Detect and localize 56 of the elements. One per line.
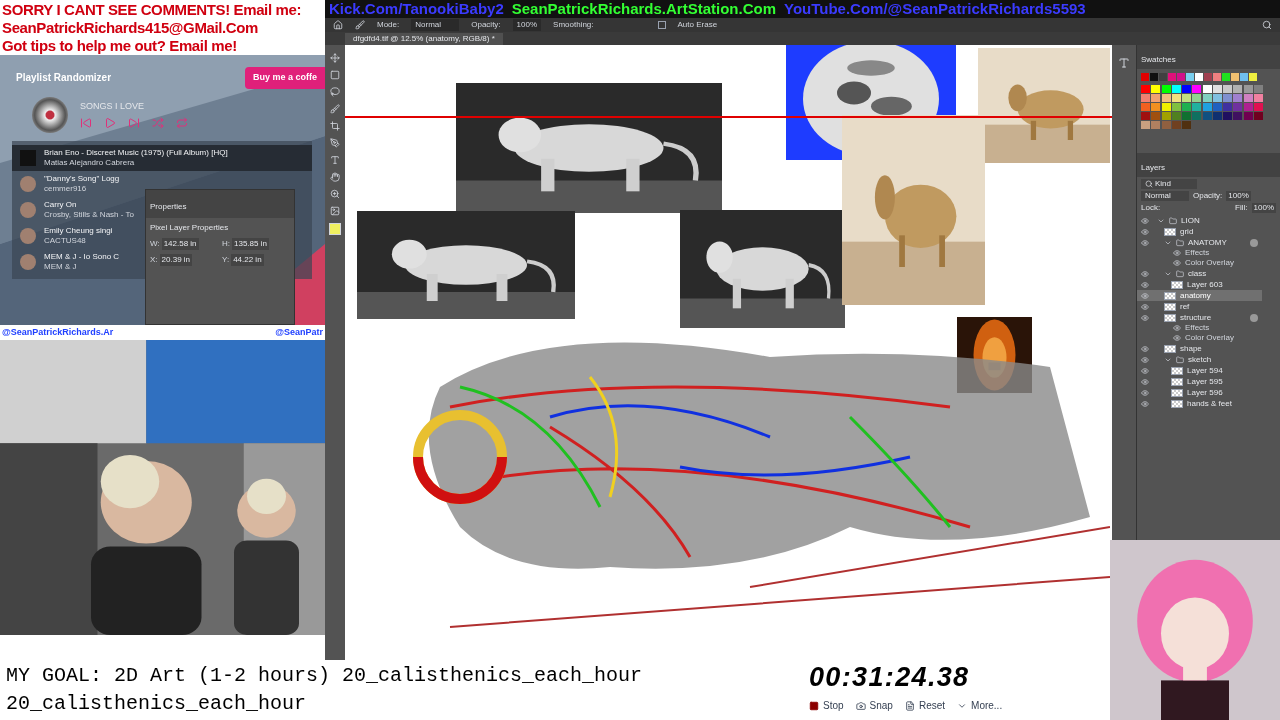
layer-name: grid (1180, 226, 1195, 237)
song-title: Carry On (44, 199, 78, 210)
handle-text: @SeanPatr (275, 325, 323, 339)
panel-title: Swatches (1141, 55, 1176, 64)
stopwatch-time: 00:31:24.38 (809, 661, 971, 694)
layer-name: class (1188, 268, 1208, 279)
layer-name: Layer 595 (1187, 376, 1224, 387)
layer-name: Layer 594 (1187, 365, 1224, 376)
layer-effect: Color Overlay (1185, 258, 1234, 268)
layer-name: hands & feet (1187, 398, 1233, 409)
panel-title: Properties (150, 202, 187, 211)
banner-text: SORRY I CANT SEE COMMENTS! Email me: (2, 0, 303, 19)
link-text: YouTube.Com/@SeanPatrickRichards5593 (784, 0, 1086, 19)
opacity-label: Opacity: (1193, 191, 1223, 201)
goal-text: 20_calisthenics_each_hour (6, 691, 308, 717)
song-title: MEM & J - Io Sono C (44, 251, 120, 262)
layer-name: anatomy (1180, 290, 1212, 301)
song-title: "Danny's Song" Logg (44, 173, 120, 184)
auto-erase-label: Auto Erase (677, 19, 718, 31)
opacity-label: Opacity: (471, 19, 501, 31)
song-artist: Matias Alejandro Cabrera (44, 157, 136, 168)
field-label: Y: (222, 254, 230, 266)
field-label: W: (150, 238, 160, 250)
layer-name: LION (1181, 215, 1201, 226)
song-artist: MEM & J (44, 261, 78, 272)
layer-effect: Color Overlay (1185, 333, 1234, 343)
goal-text: MY GOAL: 2D Art (1-2 hours) 20_calisthenics_each_hour (6, 663, 644, 689)
layer-effect: Effects (1185, 323, 1210, 333)
lock-label: Lock: (1141, 203, 1161, 213)
fill-label: Fill: (1235, 203, 1248, 213)
layer-name: ANATOMY (1188, 237, 1228, 248)
layer-effect: Effects (1185, 248, 1210, 258)
layer-name: ref (1180, 301, 1191, 312)
handle-text: @SeanPatrickRichards.Ar (2, 325, 114, 339)
song-artist: Crosby, Stills & Nash - To (44, 209, 134, 220)
layer-name: structure (1180, 312, 1213, 323)
song-artist: cemmer916 (44, 183, 88, 194)
link-text: Kick.Com/TanookiBaby2 (329, 0, 504, 19)
field-label: H: (222, 238, 230, 250)
panel-title: Layers (1141, 163, 1165, 172)
smoothing-label: Smoothing: (553, 19, 594, 31)
banner-text: Got tips to help me out? Email me! (2, 36, 238, 55)
song-title: Brian Eno - Discreet Music (1975) (Full Album) [HQ] (44, 147, 228, 158)
link-text: SeanPatrickRichards.ArtStation.Com (511, 0, 776, 19)
layer-name: shape (1180, 343, 1203, 354)
field-label: X: (150, 254, 158, 266)
song-artist: CACTUS48 (44, 235, 87, 246)
app-title: Playlist Randomizer (16, 71, 112, 86)
playlist-name: SONGS I LOVE (80, 99, 146, 113)
song-title: Emily Cheung singi (44, 225, 113, 236)
layer-name: sketch (1188, 354, 1213, 365)
layer-name: Layer 596 (1187, 387, 1224, 398)
panel-subtitle: Pixel Layer Properties (149, 222, 230, 234)
mode-label: Mode: (377, 19, 400, 31)
layer-name: Layer 603 (1187, 279, 1224, 290)
banner-text: SeanPatrickRichards415@GMail.Com (2, 18, 260, 37)
